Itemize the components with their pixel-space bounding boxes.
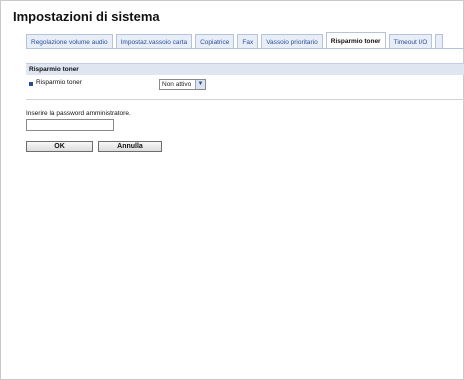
toner-saving-select[interactable]: Non attivo ▼	[159, 79, 206, 90]
tab-underline	[26, 48, 464, 49]
cancel-button[interactable]: Annulla	[98, 141, 162, 152]
page-frame	[0, 0, 464, 380]
bullet-icon	[29, 82, 33, 86]
password-label: Inserire la password amministratore.	[26, 110, 131, 117]
page-title: Impostazioni di sistema	[13, 9, 160, 24]
setting-label: Risparmio toner	[36, 79, 82, 86]
tab-toner-saving[interactable]: Risparmio toner	[325, 32, 386, 49]
tab-overflow[interactable]	[435, 34, 444, 49]
password-field[interactable]	[26, 119, 114, 131]
tab-io-timeout[interactable]: Timeout I/O	[388, 34, 433, 49]
tab-fax[interactable]: Fax	[237, 34, 259, 49]
tab-priority-tray[interactable]: Vassoio prioritario	[261, 34, 323, 49]
tab-bar: Regolazione volume audio Impostaz.vassoi…	[26, 30, 444, 49]
tab-audio-volume[interactable]: Regolazione volume audio	[26, 34, 113, 49]
section-header: Risparmio toner	[26, 63, 464, 75]
ok-button[interactable]: OK	[26, 141, 93, 152]
divider	[26, 99, 464, 100]
setting-row-toner-saving: Risparmio toner Non attivo ▼	[26, 77, 464, 93]
tab-paper-tray-settings[interactable]: Impostaz.vassoio carta	[115, 34, 193, 49]
tab-copier[interactable]: Copiatrice	[195, 34, 235, 49]
chevron-down-icon[interactable]: ▼	[195, 80, 205, 89]
select-value: Non attivo	[162, 81, 192, 88]
